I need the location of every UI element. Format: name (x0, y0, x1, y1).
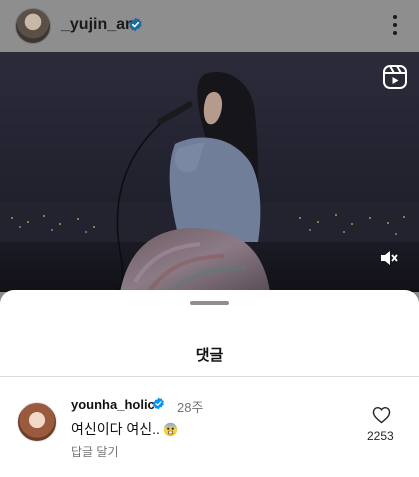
comment-timestamp: 28주 (177, 400, 204, 415)
drag-handle[interactable] (190, 301, 229, 305)
comment-text: 여신이다 여신.. (71, 419, 178, 439)
comments-sheet: 댓글 younha_holic 28주 여신이다 여신.. 답글 달기 2253 (0, 290, 419, 477)
reel-video[interactable] (0, 52, 419, 292)
verified-badge-icon (129, 17, 142, 32)
sheet-title: 댓글 (195, 347, 224, 364)
avatar[interactable] (17, 402, 57, 442)
like-count: 2253 (367, 429, 394, 443)
divider (0, 376, 419, 377)
speaker-muted-icon[interactable] (379, 248, 399, 268)
reels-icon[interactable] (382, 64, 408, 90)
reply-button[interactable]: 답글 달기 (71, 443, 119, 460)
comment-body: 여신이다 여신.. (71, 421, 160, 437)
more-vertical-icon[interactable] (388, 12, 402, 38)
profile-avatar[interactable] (15, 8, 51, 44)
post-username[interactable]: _yujin_an (61, 16, 135, 34)
video-frame-illustration (0, 52, 419, 292)
verified-badge-icon (153, 397, 164, 410)
fearful-face-emoji-icon (163, 422, 178, 436)
heart-icon[interactable] (372, 406, 391, 424)
comment-username[interactable]: younha_holic (71, 397, 155, 412)
post-header: _yujin_an (0, 0, 419, 52)
